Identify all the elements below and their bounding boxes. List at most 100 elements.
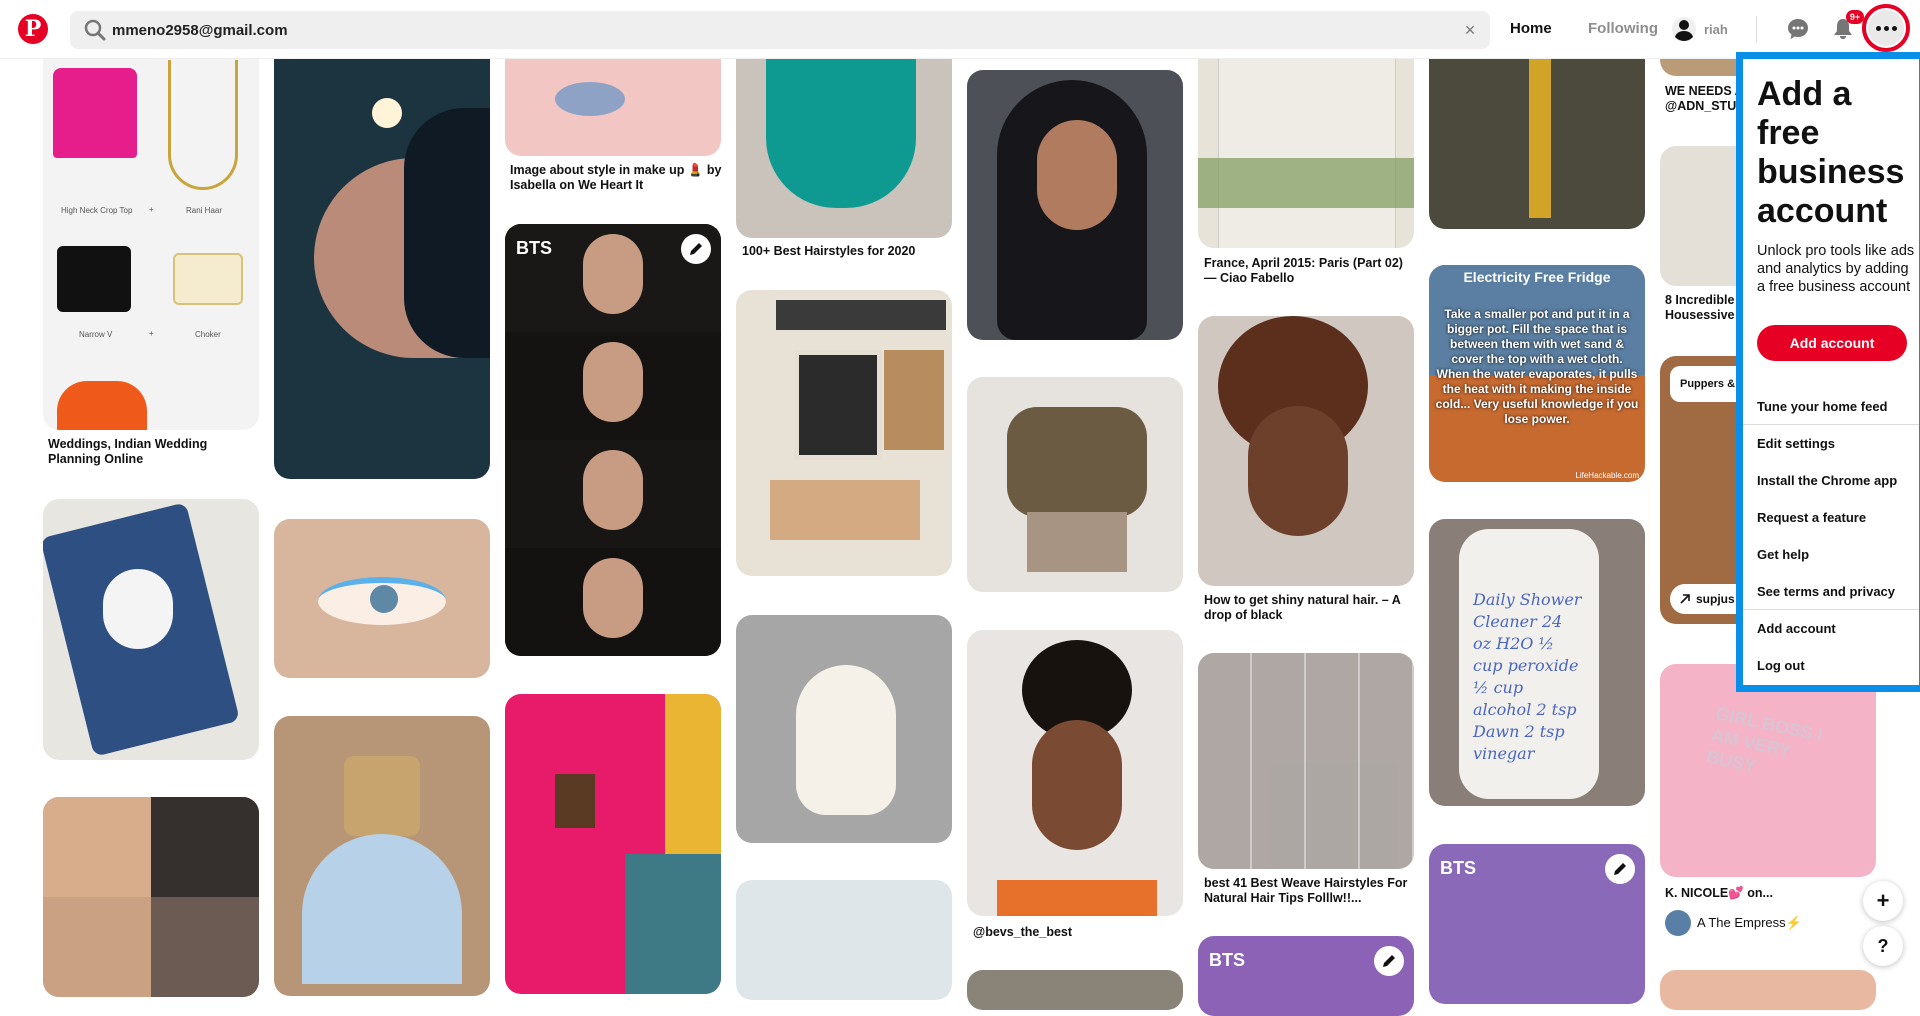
sign-board xyxy=(776,300,946,330)
building-facade xyxy=(1218,58,1396,248)
pin-makeup-eye[interactable] xyxy=(505,48,721,156)
pin-caption-incredible: 8 Incredible - Housessive xyxy=(1665,293,1743,322)
menu-item-install-chrome-app[interactable]: Install the Chrome app xyxy=(1757,473,1917,488)
pin-long-hair-portrait[interactable] xyxy=(967,70,1183,340)
edit-pin-button[interactable] xyxy=(681,234,711,264)
pin-bts-purple-col6[interactable]: BTS xyxy=(1198,936,1414,1016)
pinterest-logo[interactable]: P xyxy=(18,14,48,44)
face-curly xyxy=(1248,406,1348,536)
pin-afro-puff[interactable] xyxy=(967,630,1183,916)
avatar xyxy=(1672,17,1696,41)
pin-curly-hair[interactable] xyxy=(1198,316,1414,586)
face-4 xyxy=(151,897,259,997)
pin-organizer-wall[interactable] xyxy=(736,290,952,576)
pin-caption-bevs: @bevs_the_best xyxy=(973,925,1073,939)
menu-item-log-out[interactable]: Log out xyxy=(1757,658,1917,673)
pin-caption-wedding: Weddings, Indian Wedding Planning Online xyxy=(48,437,208,466)
more-dot-2 xyxy=(1883,25,1889,31)
pin-shower-cleaner[interactable]: Daily Shower Cleaner 24 oz H2O ½ cup per… xyxy=(1429,519,1645,806)
edit-pin-button-2[interactable] xyxy=(1374,946,1404,976)
bins xyxy=(770,480,920,540)
menu-description: Unlock pro tools like ads and analytics … xyxy=(1757,243,1915,295)
pin-girl-boss-mug[interactable]: GIRL BOSS I AM VERY BUSY xyxy=(1660,664,1876,877)
bts-label: BTS xyxy=(516,238,552,258)
supjus-label: supjus xyxy=(1696,592,1735,606)
label-narrow-v: Narrow V xyxy=(79,330,113,339)
menu-item-tune-home-feed[interactable]: Tune your home feed xyxy=(1757,399,1917,414)
frame-1 xyxy=(555,774,595,828)
messages-button[interactable] xyxy=(1781,12,1815,46)
add-account-button[interactable]: Add account xyxy=(1757,325,1907,361)
creator-avatar xyxy=(1665,910,1691,936)
more-options-button[interactable] xyxy=(1862,4,1910,52)
help-button[interactable]: ? xyxy=(1863,926,1903,966)
pin-puppy[interactable] xyxy=(736,615,952,843)
pin-teal-hair[interactable] xyxy=(736,48,952,238)
label-plus-1: + xyxy=(149,205,154,214)
pin-hoodie-skirt[interactable] xyxy=(967,377,1183,592)
corkboard xyxy=(884,350,944,450)
pin-col8-bottom[interactable] xyxy=(1660,970,1876,1010)
menu-item-add-account[interactable]: Add account xyxy=(1757,621,1917,636)
pin-denim-mickey[interactable] xyxy=(43,499,259,760)
pin-creator[interactable]: A The Empress⚡ xyxy=(1665,910,1802,936)
menu-divider-1 xyxy=(1743,424,1919,425)
nav-following[interactable]: Following xyxy=(1588,10,1658,48)
hoodie xyxy=(1007,407,1147,517)
edit-icon xyxy=(690,243,702,255)
pin-collage-faces[interactable] xyxy=(43,797,259,997)
face-2 xyxy=(151,797,259,897)
pin-electricity-free-fridge[interactable]: Electricity Free Fridge Take a smaller p… xyxy=(1429,265,1645,482)
search-icon xyxy=(84,19,106,41)
bts-label-2: BTS xyxy=(1209,950,1245,970)
spotlight xyxy=(372,98,402,128)
gold-necklace-image xyxy=(168,60,238,190)
pin-blue-eyeliner[interactable] xyxy=(274,519,490,678)
face-b xyxy=(583,342,643,422)
pin-paris-building[interactable] xyxy=(1198,48,1414,248)
bottle-text: Daily Shower Cleaner 24 oz H2O ½ cup per… xyxy=(1473,590,1582,763)
pin-bottom-col4[interactable] xyxy=(736,880,952,1000)
close-icon[interactable]: × xyxy=(1460,20,1480,40)
face-shape-afro xyxy=(1032,720,1122,850)
fridge-source: LifeHackable.com xyxy=(1575,471,1639,480)
search-input[interactable] xyxy=(112,11,1412,49)
pin-bts-jungkook[interactable]: BTS xyxy=(505,224,721,656)
nav-home[interactable]: Home xyxy=(1510,10,1552,48)
arrow-icon xyxy=(1680,594,1690,604)
pin-caption-paris: France, April 2015: Paris (Part 02) — Ci… xyxy=(1204,256,1403,285)
face-a xyxy=(583,234,643,314)
menu-item-get-help[interactable]: Get help xyxy=(1757,547,1917,562)
pin-singer-portrait[interactable] xyxy=(274,48,490,479)
pin-floral-dress[interactable] xyxy=(274,716,490,996)
top-navigation-bar: P × Home Following riah 9+ xyxy=(0,0,1920,59)
label-choker: Choker xyxy=(195,330,221,339)
search-bar[interactable]: × xyxy=(70,11,1490,49)
menu-item-edit-settings[interactable]: Edit settings xyxy=(1757,436,1917,451)
plaid-skirt xyxy=(1027,512,1127,572)
pin-pink-wall[interactable] xyxy=(505,694,721,994)
menu-item-terms-privacy[interactable]: See terms and privacy xyxy=(1757,584,1917,599)
edit-icon xyxy=(1614,863,1626,875)
pin-caption-natural-hair: How to get shiny natural hair. – A drop … xyxy=(1204,593,1401,622)
dress-bodice xyxy=(344,756,420,836)
pin-bottom-col5[interactable] xyxy=(967,970,1183,1010)
key-image xyxy=(1529,48,1551,218)
teal-hair-image xyxy=(766,48,916,208)
profile-link[interactable]: riah xyxy=(1672,14,1728,44)
stairs xyxy=(625,854,721,994)
fridge-title: Electricity Free Fridge xyxy=(1463,269,1611,285)
pin-gold-key[interactable] xyxy=(1429,48,1645,229)
notification-badge: 9+ xyxy=(1846,10,1864,24)
pin-caption-weave: best 41 Best Weave Hairstyles For Natura… xyxy=(1204,876,1408,905)
pin-wedding[interactable]: High Neck Crop Top + Rani Haar Narrow V … xyxy=(43,48,259,430)
menu-item-request-feature[interactable]: Request a feature xyxy=(1757,510,1917,525)
edit-pin-button-3[interactable] xyxy=(1605,854,1635,884)
create-pin-button[interactable]: + xyxy=(1863,881,1903,921)
face-1 xyxy=(43,797,151,897)
pin-caption-nicole: K. NICOLE💕 on... xyxy=(1665,886,1773,900)
pin-weave-collage[interactable] xyxy=(1198,653,1414,869)
label-plus-2: + xyxy=(149,329,154,338)
face-shape-5 xyxy=(1037,120,1117,230)
pin-bts-purple-col7[interactable]: BTS xyxy=(1429,844,1645,1004)
